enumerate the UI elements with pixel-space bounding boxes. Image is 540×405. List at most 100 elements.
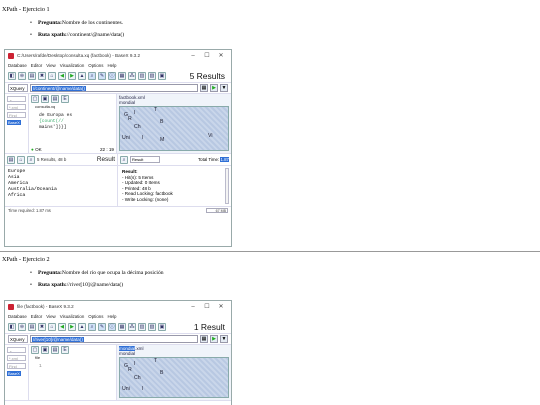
map-cell: I bbox=[142, 135, 144, 141]
time-required: Time required: 1.87 ms bbox=[8, 208, 51, 213]
menu-editor[interactable]: Editor bbox=[31, 314, 42, 319]
toolbar: ◧ ⊜ ▤ ✖ ⌂ ◀ ▶ ▲ ⌕ ✎ ⓘ ▦ ⁂ ▥ ▧ ▣ 5 Result… bbox=[5, 69, 231, 83]
tab-editor-file[interactable]: file bbox=[29, 355, 116, 362]
map-icon[interactable]: ▦ bbox=[118, 322, 126, 331]
query-mode-select[interactable]: XQuery bbox=[8, 84, 28, 92]
up-icon[interactable]: ▲ bbox=[78, 322, 86, 331]
editor-icon[interactable]: ✎ bbox=[98, 322, 106, 331]
minimize-button[interactable]: – bbox=[186, 53, 200, 59]
table-icon[interactable]: ▥ bbox=[138, 322, 146, 331]
save-icon[interactable]: ▤ bbox=[51, 346, 59, 354]
search-icon[interactable]: ⌕ bbox=[88, 322, 96, 331]
explorer-icon[interactable]: ▧ bbox=[148, 71, 156, 80]
maximize-button[interactable]: ☐ bbox=[200, 52, 214, 59]
menu-help[interactable]: Help bbox=[107, 63, 116, 68]
info-icon[interactable]: ⓘ bbox=[108, 322, 116, 331]
plot-icon[interactable]: ▣ bbox=[158, 71, 166, 80]
editor-icon[interactable]: ✎ bbox=[98, 71, 106, 80]
open-db-icon[interactable]: ⊜ bbox=[18, 322, 26, 331]
info-mode-select[interactable]: Result bbox=[130, 156, 160, 163]
editor-text[interactable]: 1 bbox=[29, 362, 116, 370]
table-icon[interactable]: ▥ bbox=[138, 71, 146, 80]
new-file-icon[interactable]: ▢ bbox=[31, 346, 39, 354]
explorer-icon[interactable]: ▧ bbox=[148, 322, 156, 331]
save-icon[interactable]: ▤ bbox=[51, 95, 59, 103]
forward-icon[interactable]: ▶ bbox=[68, 322, 76, 331]
info-scrollbar[interactable] bbox=[225, 168, 229, 204]
menu-view[interactable]: View bbox=[46, 63, 55, 68]
open-db-icon[interactable]: ⊜ bbox=[18, 71, 26, 80]
project-filter[interactable]: *.xml bbox=[7, 355, 26, 361]
history-icon[interactable]: ▦ bbox=[200, 335, 208, 343]
format-icon[interactable]: E bbox=[61, 346, 69, 354]
up-icon[interactable]: ▲ bbox=[78, 71, 86, 80]
new-file-icon[interactable]: ▢ bbox=[31, 95, 39, 103]
menu-options[interactable]: Options bbox=[88, 63, 103, 68]
filter-icon[interactable]: ▼ bbox=[220, 335, 228, 343]
project-tree[interactable]: BaseX bbox=[7, 371, 26, 376]
new-db-icon[interactable]: ◧ bbox=[8, 322, 16, 331]
properties-icon[interactable]: ▤ bbox=[28, 322, 36, 331]
info-search-icon[interactable]: ⌕ bbox=[120, 155, 128, 164]
treemap-panel[interactable]: mondial.xml mondial G I T R B Ch Uni I bbox=[117, 345, 231, 400]
open-file-icon[interactable]: ▣ bbox=[41, 346, 49, 354]
menu-database[interactable]: Database bbox=[8, 63, 27, 68]
map-cell: Uni bbox=[122, 386, 130, 392]
project-tree[interactable]: BaseX bbox=[7, 120, 26, 125]
home-icon[interactable]: ⌂ bbox=[48, 322, 56, 331]
properties-icon[interactable]: ▤ bbox=[28, 71, 36, 80]
editor-text[interactable]: de Europa es {count(// mains'])}] bbox=[29, 111, 116, 131]
close-button[interactable]: ✕ bbox=[214, 52, 228, 59]
project-find[interactable]: Find bbox=[7, 112, 26, 118]
tree-icon[interactable]: ⁂ bbox=[128, 71, 136, 80]
filter-icon[interactable]: ▼ bbox=[220, 84, 228, 92]
back-icon[interactable]: ◀ bbox=[58, 322, 66, 331]
tab-editor-file[interactable]: consulta.xq bbox=[29, 104, 116, 111]
forward-icon[interactable]: ▶ bbox=[68, 71, 76, 80]
query-input[interactable]: //continent/@name/data() bbox=[30, 84, 198, 92]
memory-indicator[interactable]: 67 MB bbox=[206, 208, 228, 213]
close-db-icon[interactable]: ✖ bbox=[38, 71, 46, 80]
open-file-icon[interactable]: ▣ bbox=[41, 95, 49, 103]
run-icon[interactable]: ▶ bbox=[210, 335, 218, 343]
search-icon[interactable]: ⌕ bbox=[88, 71, 96, 80]
results-list[interactable]: Europe Asia America Australia/Oceania Af… bbox=[5, 166, 117, 202]
menu-view[interactable]: View bbox=[46, 314, 55, 319]
tree-icon[interactable]: ⁂ bbox=[128, 322, 136, 331]
project-filter[interactable]: *.xml bbox=[7, 104, 26, 110]
project-select[interactable]: ⌄ bbox=[7, 96, 26, 102]
treemap[interactable]: G I T R B Ch Uni I bbox=[119, 357, 229, 398]
run-icon[interactable]: ▶ bbox=[210, 84, 218, 92]
menu-editor[interactable]: Editor bbox=[31, 63, 42, 68]
map-icon[interactable]: ▦ bbox=[118, 71, 126, 80]
menu-visualization[interactable]: Visualization bbox=[60, 63, 85, 68]
home-icon[interactable]: ⌂ bbox=[48, 71, 56, 80]
save-results-icon[interactable]: ▤ bbox=[7, 155, 15, 164]
query-input[interactable]: //river[10]/@name/data() bbox=[30, 335, 198, 343]
menu-help[interactable]: Help bbox=[107, 314, 116, 319]
plot-icon[interactable]: ▣ bbox=[158, 322, 166, 331]
menu-options[interactable]: Options bbox=[88, 314, 103, 319]
results-title: Result bbox=[96, 156, 115, 163]
ok-status: ● OK bbox=[31, 147, 42, 152]
search-results-icon[interactable]: ⌕ bbox=[27, 155, 35, 164]
treemap-panel[interactable]: factbook.xml mondial G I T R B Ch Uni I … bbox=[117, 94, 231, 153]
history-icon[interactable]: ▦ bbox=[200, 84, 208, 92]
home-results-icon[interactable]: ⌂ bbox=[17, 155, 25, 164]
close-button[interactable]: ✕ bbox=[214, 303, 228, 310]
minimize-button[interactable]: – bbox=[186, 304, 200, 310]
info-icon[interactable]: ⓘ bbox=[108, 71, 116, 80]
format-icon[interactable]: E bbox=[61, 95, 69, 103]
results-count: 5 Results bbox=[189, 70, 225, 81]
new-db-icon[interactable]: ◧ bbox=[8, 71, 16, 80]
query-mode-select[interactable]: XQuery bbox=[8, 335, 28, 343]
project-select[interactable]: ⌄ bbox=[7, 347, 26, 353]
menu-database[interactable]: Database bbox=[8, 314, 27, 319]
query-bar: XQuery //continent/@name/data() ▦ ▶ ▼ bbox=[5, 83, 231, 94]
treemap[interactable]: G I T R B Ch Uni I M Vi bbox=[119, 106, 229, 151]
menu-visualization[interactable]: Visualization bbox=[60, 314, 85, 319]
back-icon[interactable]: ◀ bbox=[58, 71, 66, 80]
project-find[interactable]: Find bbox=[7, 363, 26, 369]
close-db-icon[interactable]: ✖ bbox=[38, 322, 46, 331]
maximize-button[interactable]: ☐ bbox=[200, 303, 214, 310]
